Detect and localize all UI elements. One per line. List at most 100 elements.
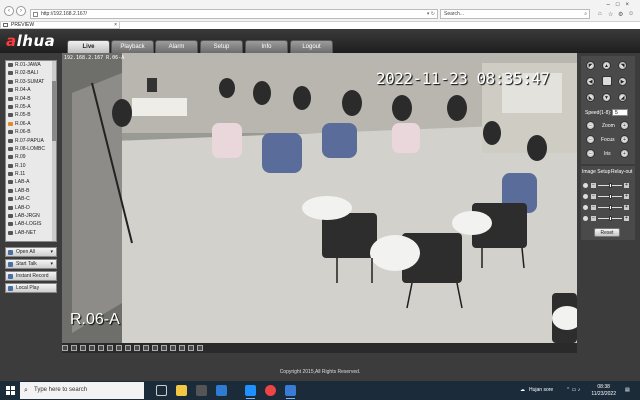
zoom-icon[interactable] bbox=[125, 345, 131, 351]
file-explorer-icon[interactable] bbox=[176, 385, 187, 396]
close-tab-icon[interactable]: × bbox=[114, 22, 117, 28]
focus-out-icon[interactable]: − bbox=[586, 135, 595, 144]
open-all-button[interactable]: Open All ▾ bbox=[5, 247, 57, 257]
channel-item[interactable]: LAB-NET bbox=[6, 229, 56, 237]
channel-item[interactable]: R.09 bbox=[6, 153, 56, 161]
channel-item[interactable]: R.08-LOMBC bbox=[6, 145, 56, 153]
slider-thumb[interactable] bbox=[608, 183, 612, 188]
iris-out-icon[interactable]: − bbox=[586, 149, 595, 158]
brightness-slider[interactable]: − + bbox=[583, 182, 633, 189]
start-talk-button[interactable]: Start Talk ▾ bbox=[5, 259, 57, 269]
channel-scrollbar[interactable] bbox=[52, 61, 56, 241]
tray-icons[interactable]: ⌃ ▭ ♪ bbox=[566, 381, 580, 400]
address-bar[interactable]: http://192.168.2.167/ ▾ ↻ bbox=[30, 9, 438, 19]
saturation-slider[interactable]: − + bbox=[583, 204, 633, 211]
channel-item[interactable]: R.07-PAPUA bbox=[6, 137, 56, 145]
browser-tab[interactable]: PREVIEW × bbox=[0, 22, 120, 29]
menu-info[interactable]: Info bbox=[245, 40, 288, 53]
layout-16-icon[interactable] bbox=[89, 345, 95, 351]
fullscreen-icon[interactable] bbox=[98, 345, 104, 351]
channel-item[interactable]: R.01-JAWA bbox=[6, 61, 56, 69]
settings-gear-icon[interactable]: ⚙ bbox=[618, 11, 623, 18]
layout-1-icon[interactable] bbox=[62, 345, 68, 351]
stream-icon[interactable] bbox=[143, 345, 149, 351]
plus-icon[interactable]: + bbox=[624, 205, 629, 210]
plus-icon[interactable]: + bbox=[624, 183, 629, 188]
store-icon[interactable] bbox=[196, 385, 207, 396]
minus-icon[interactable]: − bbox=[591, 183, 596, 188]
browser-search-input[interactable]: Search... ⌕ bbox=[440, 9, 590, 19]
menu-playback[interactable]: Playback bbox=[111, 40, 154, 53]
dropdown-arrow-icon[interactable]: ▾ bbox=[50, 260, 53, 269]
minus-icon[interactable]: − bbox=[591, 216, 596, 221]
notification-icon[interactable]: ▤ bbox=[625, 381, 630, 400]
menu-alarm[interactable]: Alarm bbox=[155, 40, 198, 53]
slider-thumb[interactable] bbox=[608, 205, 612, 210]
ptz-down-left-icon[interactable]: ◣ bbox=[586, 93, 595, 102]
focus-in-icon[interactable]: + bbox=[620, 135, 629, 144]
channel-item[interactable]: LAB-D bbox=[6, 204, 56, 212]
iris-in-icon[interactable]: + bbox=[620, 149, 629, 158]
dropdown-arrow-icon[interactable]: ▾ bbox=[50, 248, 53, 257]
taskbar-search-input[interactable]: ⌕ Type here to search bbox=[20, 382, 144, 399]
ptz-center-icon[interactable] bbox=[602, 76, 612, 86]
channel-item[interactable]: R.06-B bbox=[6, 128, 56, 136]
ptz-up-right-icon[interactable]: ◥ bbox=[618, 61, 627, 70]
menu-setup[interactable]: Setup bbox=[200, 40, 243, 53]
mail-icon[interactable] bbox=[216, 385, 227, 396]
slider-thumb[interactable] bbox=[608, 194, 612, 199]
task-view-icon[interactable] bbox=[156, 385, 167, 396]
ptz-down-right-icon[interactable]: ◢ bbox=[618, 93, 627, 102]
record-icon[interactable] bbox=[116, 345, 122, 351]
reset-button[interactable]: Reset bbox=[594, 228, 620, 237]
channel-item[interactable]: R.05-A bbox=[6, 103, 56, 111]
weather-text[interactable]: Hujan sore bbox=[529, 381, 553, 400]
channel-item[interactable]: R.10 bbox=[6, 162, 56, 170]
channel-item[interactable]: LAB-B bbox=[6, 187, 56, 195]
emoji-icon[interactable]: ☺ bbox=[628, 11, 634, 17]
refresh-icon[interactable]: ▾ ↻ bbox=[427, 10, 435, 19]
channel-item[interactable]: LAB-A bbox=[6, 178, 56, 186]
next-page-icon[interactable] bbox=[170, 345, 176, 351]
scroll-thumb[interactable] bbox=[52, 81, 56, 141]
channel-item[interactable]: R.03-SUMAT bbox=[6, 78, 56, 86]
weather-icon[interactable]: ☁ bbox=[520, 381, 525, 400]
menu-live[interactable]: Live bbox=[67, 40, 110, 53]
menu-logout[interactable]: Logout bbox=[290, 40, 333, 53]
ptz-up-left-icon[interactable]: ◤ bbox=[586, 61, 595, 70]
search-icon[interactable]: ⌕ bbox=[584, 10, 587, 19]
instant-record-button[interactable]: Instant Record bbox=[5, 271, 57, 281]
prev-page-icon[interactable] bbox=[161, 345, 167, 351]
fluency-icon[interactable] bbox=[188, 345, 194, 351]
chrome-icon[interactable] bbox=[265, 385, 276, 396]
home-icon[interactable]: ⌂ bbox=[598, 11, 602, 17]
plus-icon[interactable]: + bbox=[624, 194, 629, 199]
live-video-view[interactable]: 192.168.2.167 R.06-A 2022-11-23 08:35:47… bbox=[62, 53, 577, 343]
speed-select[interactable]: 5 bbox=[612, 109, 628, 116]
forward-icon[interactable]: › bbox=[16, 6, 26, 16]
channel-item[interactable]: LAB-LOGIS bbox=[6, 220, 56, 228]
taskbar-clock[interactable]: 08:38 11/23/2022 bbox=[591, 384, 616, 398]
zoom-in-icon[interactable]: + bbox=[620, 121, 629, 130]
close-all-icon[interactable] bbox=[152, 345, 158, 351]
settings-icon[interactable] bbox=[197, 345, 203, 351]
minus-icon[interactable]: − bbox=[591, 205, 596, 210]
ptz-down-icon[interactable]: ▼ bbox=[602, 93, 611, 102]
zoom-out-icon[interactable]: − bbox=[586, 121, 595, 130]
channel-item[interactable]: LAB-JRGN bbox=[6, 212, 56, 220]
channel-item[interactable]: R.04-A bbox=[6, 86, 56, 94]
tab-relay-out[interactable]: Relay-out bbox=[611, 169, 632, 175]
minus-icon[interactable]: − bbox=[591, 194, 596, 199]
layout-4-icon[interactable] bbox=[71, 345, 77, 351]
local-play-button[interactable]: Local Play bbox=[5, 283, 57, 293]
edge-icon[interactable] bbox=[245, 385, 256, 399]
channel-item[interactable]: R.06-A bbox=[6, 120, 56, 128]
plus-icon[interactable]: + bbox=[624, 216, 629, 221]
audio-icon[interactable] bbox=[134, 345, 140, 351]
channel-item[interactable]: R.04-B bbox=[6, 95, 56, 103]
tab-image-setup[interactable]: Image Setup bbox=[582, 169, 610, 175]
ptz-left-icon[interactable]: ◀ bbox=[586, 77, 595, 86]
quality-icon[interactable] bbox=[179, 345, 185, 351]
channel-item[interactable]: R.02-BALI bbox=[6, 69, 56, 77]
ptz-right-icon[interactable]: ▶ bbox=[618, 77, 627, 86]
